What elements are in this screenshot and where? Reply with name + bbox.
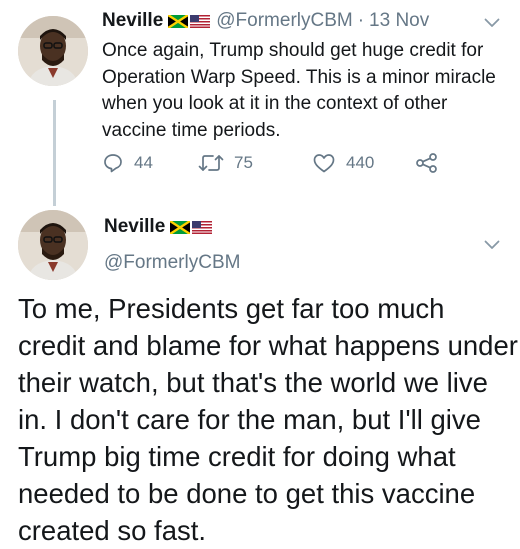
reply-button[interactable]: 44 [102, 152, 153, 174]
author-name[interactable]: Neville [104, 216, 165, 238]
avatar[interactable] [18, 210, 88, 280]
tweet-header: Neville @FormerlyCBM · 13 Nov [102, 10, 429, 32]
avatar-image [18, 210, 88, 280]
chevron-down-icon[interactable] [484, 18, 500, 28]
jamaica-flag-icon [170, 220, 191, 234]
usa-flag-icon [190, 14, 211, 28]
retweet-icon [198, 155, 224, 171]
avatar-image [18, 16, 88, 86]
share-icon [416, 153, 437, 173]
author-name[interactable]: Neville [102, 10, 163, 32]
reply-icon [104, 154, 122, 173]
tweet-text: To me, Presidents get far too much credi… [18, 293, 518, 546]
retweet-count: 75 [234, 153, 253, 172]
like-count: 440 [346, 153, 375, 172]
author-handle[interactable]: @FormerlyCBM [104, 252, 240, 274]
flag-emojis [168, 14, 211, 28]
tweet-text: Once again, Trump should get huge credit… [102, 40, 496, 141]
tweet-actions: 44 75 440 [102, 152, 462, 182]
author-name-row: Neville [104, 216, 218, 238]
like-button[interactable]: 440 [312, 152, 374, 174]
jamaica-flag-icon [168, 14, 189, 28]
like-icon [313, 154, 335, 173]
separator-dot: · [357, 10, 365, 31]
tweet-date[interactable]: 13 Nov [369, 10, 429, 32]
avatar[interactable] [18, 16, 88, 86]
flag-emojis [170, 220, 213, 234]
share-button[interactable] [415, 152, 439, 174]
thread-connector-line [53, 100, 56, 206]
author-handle[interactable]: @FormerlyCBM [216, 10, 352, 32]
chevron-down-icon[interactable] [484, 240, 500, 250]
reply-count: 44 [134, 153, 153, 172]
retweet-button[interactable]: 75 [198, 152, 253, 174]
usa-flag-icon [192, 220, 213, 234]
